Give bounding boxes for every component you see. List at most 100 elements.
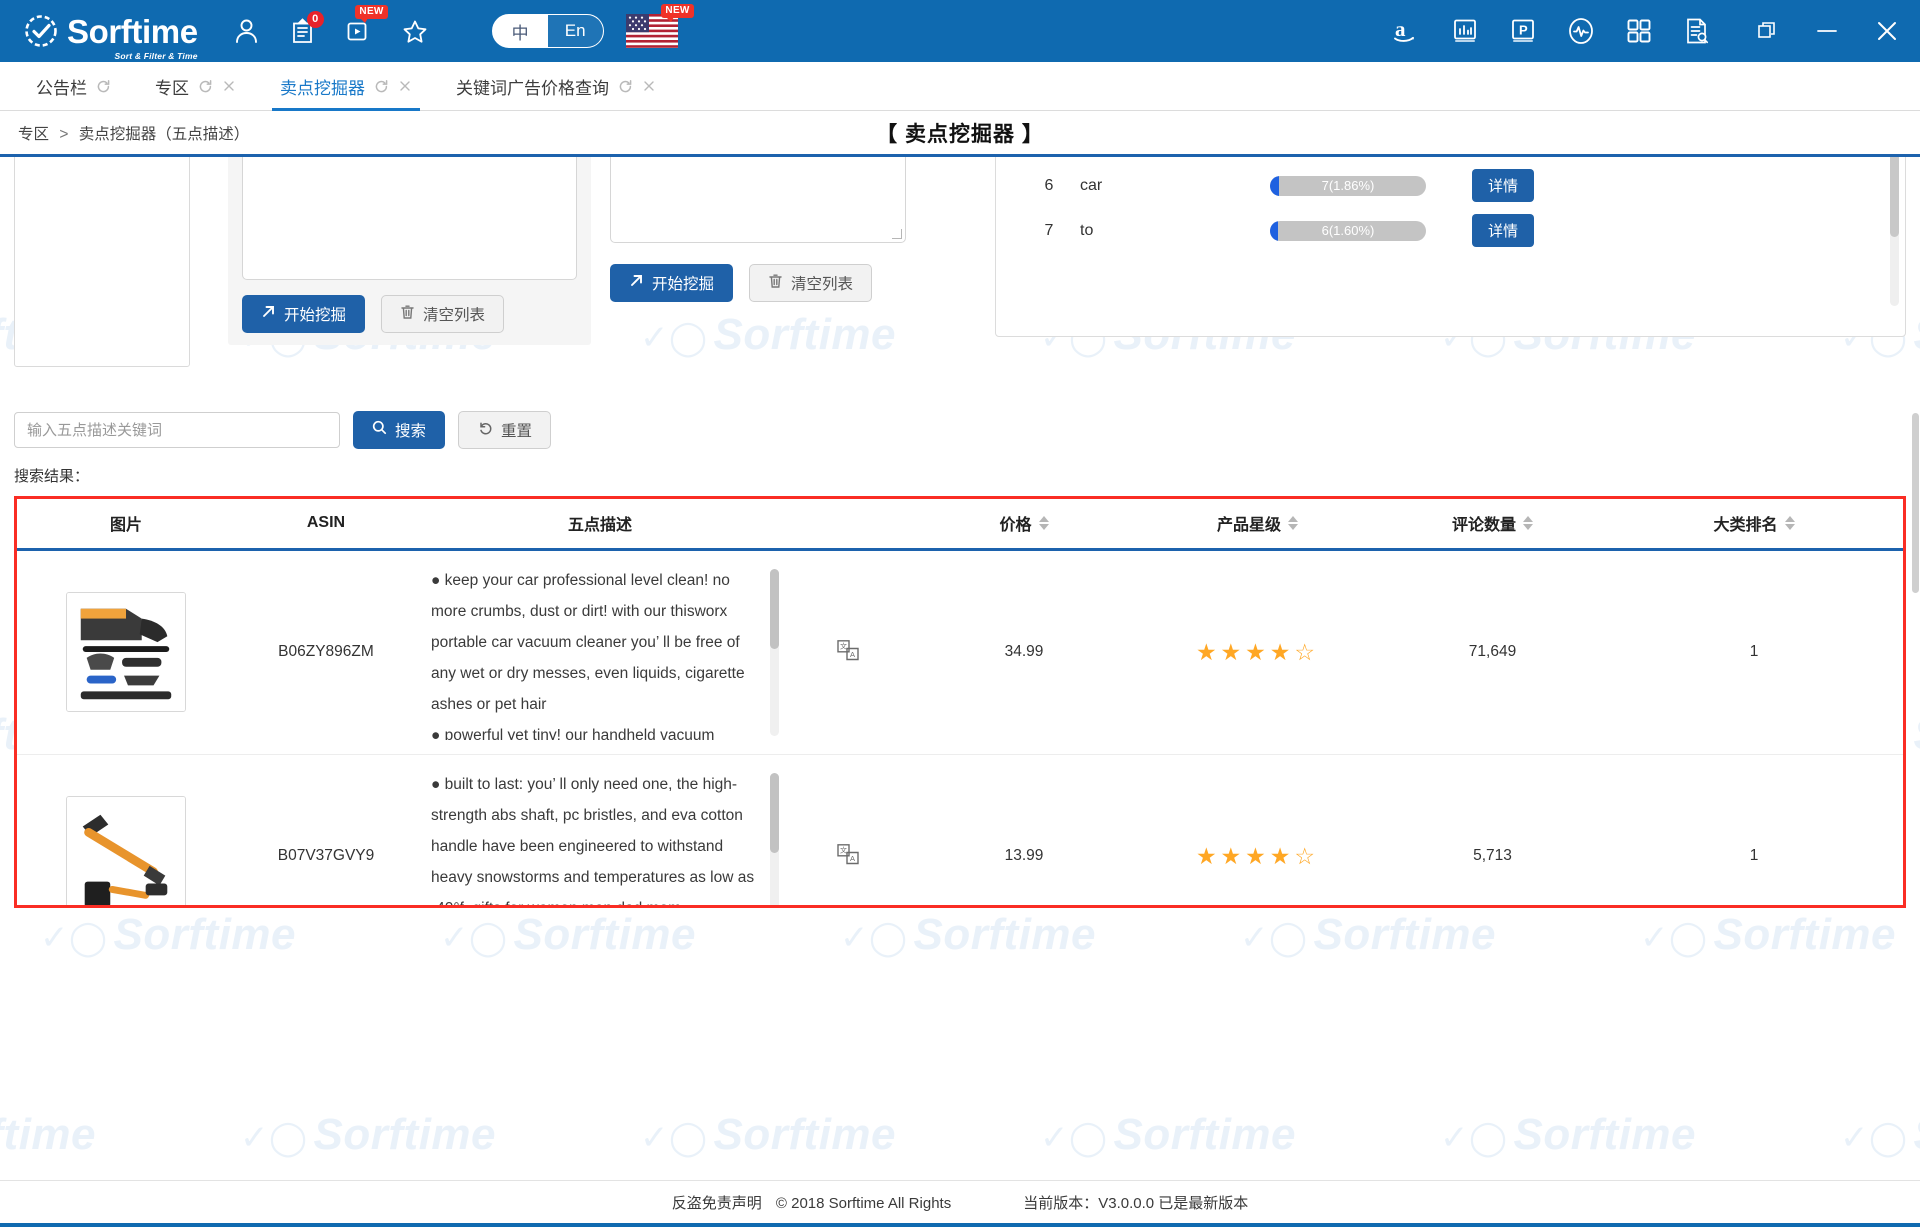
page-scrollbar[interactable] bbox=[1911, 158, 1920, 1180]
tab-close-icon[interactable] bbox=[222, 79, 236, 93]
price-value: 13.99 bbox=[1004, 847, 1044, 864]
keyword-card-scrollbar[interactable] bbox=[1890, 157, 1899, 306]
sort-arrows-icon[interactable] bbox=[1784, 516, 1795, 531]
table-header-6[interactable]: 评论数量 bbox=[1380, 499, 1605, 551]
tab-refresh-icon[interactable] bbox=[198, 79, 213, 94]
sort-arrows-icon[interactable] bbox=[1523, 516, 1533, 531]
clipboard-icon[interactable]: 0 bbox=[288, 11, 324, 46]
start-mining-button[interactable]: 开始挖掘 bbox=[242, 295, 366, 333]
video-icon[interactable]: NEW bbox=[344, 5, 388, 46]
table-header-label: 产品星级 bbox=[1216, 517, 1281, 535]
tab-refresh-icon[interactable] bbox=[618, 79, 633, 94]
titlebar-icon-group: 0 NEW bbox=[232, 5, 430, 46]
cell-image bbox=[17, 549, 235, 755]
table-header-0: 图片 bbox=[17, 499, 235, 551]
clear-list-label-2: 清空列表 bbox=[791, 276, 854, 293]
tab-close-icon[interactable] bbox=[642, 79, 656, 93]
product-thumbnail[interactable] bbox=[66, 592, 186, 712]
doc-search-icon[interactable] bbox=[1682, 16, 1712, 46]
tab-0[interactable]: 公告栏 bbox=[14, 62, 133, 110]
language-option-cn[interactable]: 中 bbox=[492, 15, 548, 47]
keyword-bar-value: 6(1.60%) bbox=[1321, 223, 1375, 238]
language-toggle[interactable]: 中 En bbox=[491, 14, 604, 48]
table-row: B07V37GVY9 ● built to last: you’ ll only … bbox=[17, 754, 1903, 908]
results-table-container: 图片 ASIN 五点描述 价格 产品星级 评论数量 大类排名 B06ZY896ZM ● kee… bbox=[14, 496, 1906, 908]
cell-rank: 1 bbox=[1605, 754, 1903, 905]
keyword-textarea[interactable] bbox=[610, 157, 906, 243]
half-star-icon: ☆ bbox=[1294, 638, 1320, 665]
trash-icon bbox=[768, 273, 783, 294]
table-header-4[interactable]: 价格 bbox=[913, 499, 1135, 551]
table-header-row: 图片 ASIN 五点描述 价格 产品星级 评论数量 大类排名 bbox=[17, 499, 1903, 551]
title-bar: Sorftime Sort & Filter & Time 0 NEW 中 En… bbox=[0, 0, 1920, 62]
tab-refresh-icon[interactable] bbox=[96, 79, 111, 94]
close-icon[interactable] bbox=[1872, 16, 1902, 46]
reset-button[interactable]: 重置 bbox=[458, 411, 552, 449]
star-rating: ★★★★☆ bbox=[1195, 638, 1320, 665]
cell-bullets: ● keep your car professional level clean… bbox=[417, 549, 783, 755]
cell-bullets: ● built to last: you’ ll only need one, … bbox=[417, 754, 783, 905]
breadcrumb-root[interactable]: 专区 bbox=[18, 126, 49, 143]
search-icon bbox=[372, 420, 387, 440]
sort-arrows-icon[interactable] bbox=[1038, 516, 1049, 531]
tab-1[interactable]: 专区 bbox=[133, 62, 258, 110]
restore-icon[interactable] bbox=[1752, 16, 1782, 46]
keyword-row: 6 car 7(1.86%) 详情 bbox=[1018, 163, 1883, 208]
language-option-en[interactable]: En bbox=[547, 15, 603, 47]
svg-text:P: P bbox=[1519, 23, 1528, 38]
table-header-5[interactable]: 产品星级 bbox=[1135, 499, 1380, 551]
amazon-icon[interactable]: a bbox=[1392, 16, 1422, 46]
translate-icon[interactable]: 文A bbox=[836, 638, 860, 662]
asin-value: B07V37GVY9 bbox=[277, 847, 375, 864]
keyword-detail-button[interactable]: 详情 bbox=[1472, 214, 1535, 247]
tab-3[interactable]: 关键词广告价格查询 bbox=[434, 62, 678, 110]
start-mining-button-2[interactable]: 开始挖掘 bbox=[610, 264, 734, 302]
cell-translate: 文A bbox=[783, 754, 913, 905]
translate-icon[interactable]: 文A bbox=[836, 842, 860, 866]
bar-chart-icon[interactable] bbox=[1450, 16, 1480, 46]
star-icon[interactable] bbox=[400, 16, 430, 46]
keyword-detail-button[interactable]: 详情 bbox=[1472, 169, 1535, 202]
cell-asin[interactable]: B06ZY896ZM bbox=[235, 549, 417, 755]
brand-name: Sorftime bbox=[67, 13, 198, 50]
table-header-3 bbox=[783, 499, 913, 551]
video-new-badge: NEW bbox=[355, 5, 388, 23]
bullet-scrollbar[interactable] bbox=[770, 772, 779, 905]
minimize-icon[interactable] bbox=[1812, 16, 1842, 46]
tab-refresh-icon[interactable] bbox=[374, 79, 389, 94]
cell-rank: 1 bbox=[1605, 549, 1903, 755]
svg-text:a: a bbox=[1395, 17, 1406, 41]
search-input[interactable] bbox=[14, 412, 340, 448]
anti-piracy-disclaimer-link[interactable]: 反盗免责声明 bbox=[672, 1195, 762, 1212]
keyword-input-panel: 开始挖掘 清空列表 bbox=[610, 157, 906, 345]
pulse-icon[interactable] bbox=[1566, 16, 1596, 46]
tab-close-icon[interactable] bbox=[398, 79, 412, 93]
search-row: 搜索 重置 bbox=[0, 389, 1920, 449]
footer-left: 反盗免责声明 © 2018 Sorftime All Rights bbox=[672, 1192, 952, 1213]
arrow-up-right-icon bbox=[261, 304, 276, 324]
clear-list-button-2[interactable]: 清空列表 bbox=[749, 264, 873, 302]
reset-button-label: 重置 bbox=[501, 423, 533, 440]
tab-2[interactable]: 卖点挖掘器 bbox=[258, 62, 434, 111]
sort-arrows-icon[interactable] bbox=[1288, 516, 1298, 531]
asin-value: B06ZY896ZM bbox=[278, 643, 374, 660]
cell-asin[interactable]: B07V37GVY9 bbox=[235, 754, 417, 905]
table-header-7[interactable]: 大类排名 bbox=[1605, 499, 1903, 551]
grid-apps-icon[interactable] bbox=[1624, 16, 1654, 46]
table-header-label: ASIN bbox=[306, 514, 346, 532]
p-tool-icon[interactable]: P bbox=[1508, 16, 1538, 46]
tab-strip: 公告栏 专区 卖点挖掘器 关键词广告价格查询 bbox=[0, 62, 1920, 111]
asin-input-panel: 开始挖掘 清空列表 bbox=[228, 157, 591, 345]
keyword-rank: 7 bbox=[1044, 221, 1054, 239]
user-icon[interactable] bbox=[232, 16, 262, 46]
bullet-scrollbar[interactable] bbox=[770, 568, 779, 736]
search-button[interactable]: 搜索 bbox=[353, 411, 446, 449]
table-header-label: 图片 bbox=[109, 517, 142, 535]
clear-list-button[interactable]: 清空列表 bbox=[381, 295, 505, 333]
table-header-label: 价格 bbox=[999, 517, 1032, 535]
bullet-description: ● built to last: you’ ll only need one, … bbox=[417, 769, 783, 905]
asin-textarea[interactable] bbox=[242, 157, 577, 280]
breadcrumb-bar: 专区 > 卖点挖掘器（五点描述） 【 卖点挖掘器 】 bbox=[0, 111, 1920, 157]
product-thumbnail[interactable] bbox=[66, 796, 186, 908]
marketplace-flag-selector[interactable]: NEW bbox=[625, 4, 694, 48]
